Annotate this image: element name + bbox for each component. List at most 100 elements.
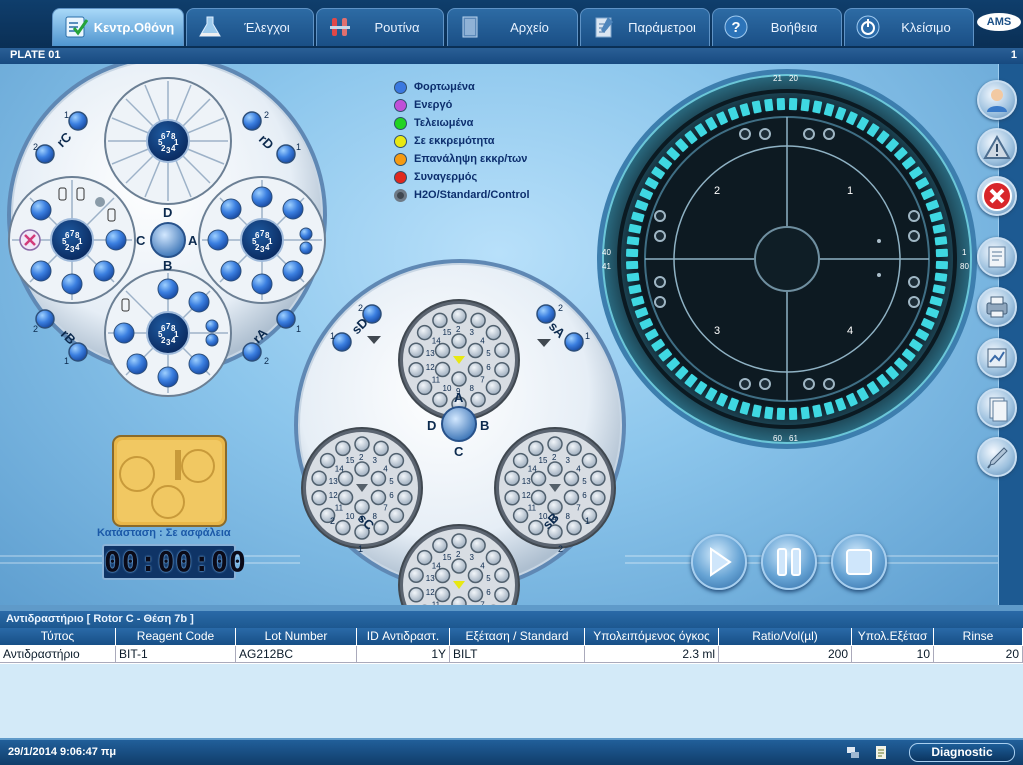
top-navigation-bar: Κεντρ.Οθόνη Έλεγχοι Ρουτίνα Αρχείο Παράμ…: [0, 0, 1023, 48]
diagnostic-button[interactable]: Diagnostic: [909, 743, 1015, 762]
column-header[interactable]: Rinse: [934, 628, 1023, 645]
column-header[interactable]: Τύπος: [0, 628, 116, 645]
table-cell[interactable]: 10: [852, 646, 934, 663]
book-icon: [462, 16, 478, 38]
datetime: 29/1/2014 9:06:47 πμ: [8, 746, 117, 758]
table-cell[interactable]: 1Y: [357, 646, 450, 663]
column-header[interactable]: Εξέταση / Standard: [450, 628, 585, 645]
pipette-button[interactable]: [977, 437, 1017, 477]
report-icon: [988, 246, 1006, 268]
sample-tray-number: 13: [522, 477, 531, 486]
power-icon: [856, 15, 880, 39]
sample-tray-number: 4: [480, 562, 485, 571]
hub-number: 4: [171, 144, 176, 153]
sample-tray-number: 2: [456, 325, 461, 334]
sample-tray-number: 8: [565, 512, 570, 521]
table-cell[interactable]: 200: [719, 646, 852, 663]
column-header[interactable]: Reagent Code: [116, 628, 236, 645]
cuvette-quad-label: 1: [847, 185, 853, 197]
clipboard-icon: [595, 17, 613, 38]
tab-main-screen[interactable]: Κεντρ.Οθόνη: [52, 8, 184, 46]
pos-num: 1: [64, 110, 69, 120]
stop-button[interactable]: [831, 534, 887, 590]
pos-num: 2: [33, 142, 38, 152]
column-header[interactable]: ID Αντιδραστ.: [357, 628, 450, 645]
column-header[interactable]: Υπολειπόμενος όγκος: [585, 628, 719, 645]
abort-button[interactable]: [977, 176, 1017, 216]
cuvette-edge-num: 41: [602, 262, 611, 271]
sample-tray-number: 6: [486, 588, 491, 597]
pos-num: 1: [585, 516, 590, 526]
sample-tray-number: 8: [469, 384, 474, 393]
sample-tray-number: 3: [469, 553, 474, 562]
reagent-quad-ra: rA: [250, 325, 271, 346]
sample-tray-number: 12: [426, 363, 435, 372]
sample-tray-number: 11: [335, 503, 344, 512]
report-button[interactable]: [977, 237, 1017, 277]
rotor-labels: D C A B rC rD rB rA A D B C sD sA sC sB …: [33, 74, 969, 605]
sample-tray-number: 6: [582, 491, 587, 500]
sample-tray-number: 14: [335, 465, 344, 474]
column-header[interactable]: Ratio/Vol(µl): [719, 628, 852, 645]
svg-text:?: ?: [731, 19, 740, 36]
reagent-quad-rd: rD: [256, 132, 277, 153]
operator-button[interactable]: [977, 80, 1017, 120]
table-empty-area: [0, 664, 1023, 738]
network-icon: [847, 747, 859, 758]
graph-button[interactable]: [977, 338, 1017, 378]
play-icon: [710, 547, 732, 577]
pos-num: 1: [296, 324, 301, 334]
plate-bar: PLATE 01 1: [0, 48, 1023, 64]
graph-icon: [987, 348, 1007, 368]
table-cell[interactable]: 20: [934, 646, 1023, 663]
play-button[interactable]: [691, 534, 747, 590]
table-cell[interactable]: 2.3 ml: [585, 646, 719, 663]
tab-close[interactable]: Κλείσιμο: [844, 8, 974, 46]
tab-routine[interactable]: Ρουτίνα: [316, 8, 444, 46]
table-cell[interactable]: BIT-1: [116, 646, 236, 663]
pause-button[interactable]: [761, 534, 817, 590]
status-bar: 29/1/2014 9:06:47 πμ Diagnostic: [0, 740, 1023, 765]
sample-quad-sd: sD: [349, 315, 371, 337]
sample-quad-sa: sA: [546, 319, 569, 342]
table-cell[interactable]: Αντιδραστήριο: [0, 646, 116, 663]
sample-tray-number: 14: [432, 337, 441, 346]
sample-tray-number: 15: [443, 553, 452, 562]
pos-num: 1: [585, 331, 590, 341]
sample-letter-bottom: C: [454, 444, 464, 459]
operator-icon: [987, 89, 1007, 112]
table-cell[interactable]: AG212BC: [236, 646, 357, 663]
plate-number: 1: [1010, 49, 1017, 61]
warning-button[interactable]: [977, 128, 1017, 168]
sample-tray-number: 7: [383, 503, 388, 512]
sample-tray-number: 5: [582, 477, 587, 486]
tab-parameters[interactable]: Παράμετροι: [580, 8, 710, 46]
sample-tray-number: 11: [432, 375, 441, 384]
stop-icon: [982, 181, 1012, 211]
reagent-letter-left: C: [136, 233, 146, 248]
column-header[interactable]: Υπολ.Εξέτασ: [852, 628, 934, 645]
sample-tray-number: 12: [329, 491, 338, 500]
table-cell[interactable]: BILT: [450, 646, 585, 663]
hub-number: 4: [171, 336, 176, 345]
sample-tray-number: 6: [486, 363, 491, 372]
reagent-info-title: Αντιδραστήριο [ Rotor C - Θέση 7b ]: [0, 611, 1023, 628]
sample-tray-number: 3: [372, 456, 377, 465]
timer-display: 00:00:00: [102, 544, 247, 580]
help-icon: ?: [724, 15, 748, 39]
sample-tray-number: 11: [432, 600, 441, 605]
sample-tray-number: 13: [426, 349, 435, 358]
tab-archive[interactable]: Αρχείο: [447, 8, 578, 46]
column-header[interactable]: Lot Number: [236, 628, 357, 645]
tab-label: Κλείσιμο: [901, 20, 951, 35]
sample-tray-number: 9: [359, 515, 364, 524]
sample-tray-number: 5: [486, 349, 491, 358]
reagent-quad-rc: rC: [54, 129, 75, 150]
clipboard-status-icon: [876, 746, 886, 759]
print-button[interactable]: [977, 287, 1017, 327]
tab-help[interactable]: ? Βοήθεια: [712, 8, 842, 46]
cuvette-edge-num: 80: [960, 262, 969, 271]
plate-title: PLATE 01: [10, 49, 61, 61]
tab-checks[interactable]: Έλεγχοι: [186, 8, 314, 46]
document-button[interactable]: [977, 388, 1017, 428]
